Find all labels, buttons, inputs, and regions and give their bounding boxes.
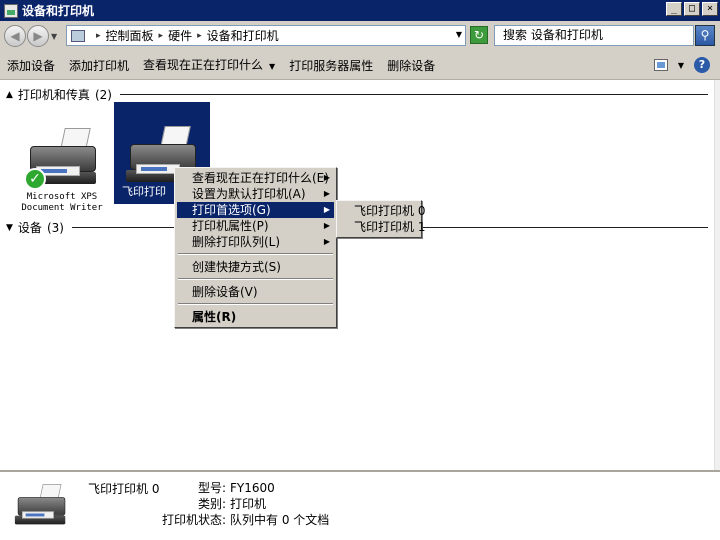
forward-arrow-icon: ▶	[33, 29, 43, 43]
window-controls: _ □ ×	[666, 2, 718, 16]
breadcrumb: ▸ 控制面板 ▸ 硬件 ▸ 设备和打印机	[91, 27, 279, 44]
change-view-icon[interactable]	[653, 59, 668, 71]
refresh-icon: ↻	[473, 28, 485, 42]
address-toolbar: ◀ ▶ ▼ ▸ 控制面板 ▸ 硬件 ▸ 设备和打印机 ▼ ↻ 搜索 设备和打印机…	[0, 22, 720, 50]
menu-item-label: 设置为默认打印机(A)	[192, 187, 306, 201]
view-controls: ▼ ?	[653, 57, 710, 73]
maximize-button[interactable]: □	[684, 2, 700, 16]
control-panel-icon	[71, 29, 85, 42]
context-menu: 查看现在正在打印什么(E) ▶ 设置为默认打印机(A) ▶ 打印首选项(G) ▶ 打印…	[174, 167, 337, 328]
menu-item-label: 打印机属性(P)	[192, 219, 269, 233]
details-device-name: 飞印打印机 0	[88, 482, 160, 496]
window-title: 设备和打印机	[22, 4, 95, 18]
chevron-right-icon[interactable]: ▸	[159, 31, 164, 41]
menu-item-label: 查看现在正在打印什么(E)	[192, 171, 329, 185]
status-value: 队列中有 0 个文档	[230, 513, 330, 527]
address-bar[interactable]: ▸ 控制面板 ▸ 硬件 ▸ 设备和打印机 ▼	[66, 25, 466, 46]
see-printing-button[interactable]: 查看现在正在打印什么 ▼	[136, 52, 282, 80]
printer-icon: ✓	[22, 128, 102, 190]
refresh-button[interactable]: ↻	[470, 26, 488, 44]
group-divider	[119, 94, 708, 95]
see-printing-label: 查看现在正在打印什么	[143, 57, 264, 72]
forward-button[interactable]: ▶	[27, 25, 49, 47]
chevron-right-icon[interactable]: ▸	[197, 31, 202, 41]
group-count-devices: (3)	[46, 220, 64, 235]
vertical-scrollbar[interactable]	[714, 80, 720, 470]
menu-separator	[178, 253, 333, 255]
add-printer-button[interactable]: 添加打印机	[62, 53, 136, 79]
details-pane: 飞印打印机 0 型号: FY1600 类别: 打印机 打印机状态: 队列中有 0…	[0, 470, 720, 540]
submenu-arrow-icon: ▶	[323, 205, 330, 214]
search-button[interactable]: ⚲	[695, 25, 715, 46]
breadcrumb-devices-printers[interactable]: 设备和打印机	[207, 27, 279, 44]
search-icon: ⚲	[700, 28, 710, 42]
printer-thumbnail-icon	[12, 484, 70, 529]
details-row-category: 类别: 打印机	[150, 496, 329, 512]
menu-item-create-shortcut[interactable]: 创建快捷方式(S)	[177, 259, 334, 275]
model-label: 型号:	[197, 481, 226, 495]
submenu-arrow-icon: ▶	[323, 221, 330, 230]
devices-printers-app-icon	[4, 3, 18, 18]
submenu-arrow-icon: ▶	[323, 237, 330, 246]
device-xps-document-writer[interactable]: ✓ Microsoft XPS Document Writer	[14, 124, 110, 214]
remove-device-button[interactable]: 删除设备	[380, 53, 442, 79]
device-label: Microsoft XPS Document Writer	[21, 192, 103, 213]
details-row-model: 型号: FY1600	[150, 480, 329, 496]
chevron-right-icon[interactable]: ▸	[96, 31, 101, 41]
submenu-arrow-icon: ▶	[323, 173, 330, 182]
breadcrumb-control-panel[interactable]: 控制面板	[106, 27, 154, 44]
menu-item-label: 打印首选项(G)	[192, 203, 271, 217]
back-arrow-icon: ◀	[10, 29, 20, 43]
submenu-item-printer-1[interactable]: 飞印打印机 1	[339, 219, 425, 235]
menu-item-set-default[interactable]: 设置为默认打印机(A) ▶	[177, 186, 334, 202]
printing-preferences-submenu: 飞印打印机 0 飞印打印机 1	[336, 200, 425, 238]
group-name-printers: 打印机和传真	[17, 88, 90, 102]
collapse-triangle-icon[interactable]: ▲	[6, 90, 13, 100]
command-bar: 添加设备 添加打印机 查看现在正在打印什么 ▼ 打印服务器属性 删除设备 ▼ ?	[0, 52, 720, 80]
menu-item-remove-device[interactable]: 删除设备(V)	[177, 284, 334, 300]
group-count-printers: (2)	[94, 87, 112, 102]
default-check-icon: ✓	[24, 168, 46, 190]
chevron-down-icon: ▼	[269, 61, 276, 71]
menu-item-remove-print-queue[interactable]: 删除打印队列(L) ▶	[177, 234, 334, 250]
breadcrumb-hardware[interactable]: 硬件	[168, 27, 192, 44]
device-list-pane[interactable]: ▲ 打印机和传真 (2) ✓ Microsoft XPS Document Wr…	[0, 80, 720, 470]
category-value: 打印机	[230, 497, 267, 511]
add-device-button[interactable]: 添加设备	[0, 53, 62, 79]
close-button[interactable]: ×	[702, 2, 718, 16]
menu-item-see-printing[interactable]: 查看现在正在打印什么(E) ▶	[177, 170, 334, 186]
submenu-item-printer-0[interactable]: 飞印打印机 0	[339, 203, 425, 219]
minimize-button[interactable]: _	[666, 2, 682, 16]
status-label: 打印机状态:	[161, 513, 226, 527]
title-bar: 设备和打印机 _ □ ×	[0, 0, 720, 22]
menu-separator	[178, 278, 333, 280]
search-input[interactable]: 搜索 设备和打印机	[494, 25, 694, 46]
back-button[interactable]: ◀	[4, 25, 26, 47]
group-name-devices: 设备	[17, 221, 42, 235]
address-dropdown-icon[interactable]: ▼	[456, 30, 462, 39]
recent-pages-dropdown[interactable]: ▼	[51, 32, 61, 41]
group-header-printers[interactable]: ▲ 打印机和传真 (2)	[6, 86, 708, 103]
view-options-dropdown-icon[interactable]: ▼	[678, 61, 684, 70]
menu-item-label: 删除打印队列(L)	[192, 235, 281, 249]
help-icon[interactable]: ?	[694, 57, 710, 73]
category-label: 类别:	[197, 497, 226, 511]
menu-item-printing-preferences[interactable]: 打印首选项(G) ▶	[177, 202, 334, 218]
model-value: FY1600	[230, 481, 275, 495]
details-row-status: 打印机状态: 队列中有 0 个文档	[150, 512, 329, 528]
submenu-arrow-icon: ▶	[323, 189, 330, 198]
menu-item-printer-properties[interactable]: 打印机属性(P) ▶	[177, 218, 334, 234]
print-server-properties-button[interactable]: 打印服务器属性	[282, 53, 380, 79]
expand-triangle-icon[interactable]: ▼	[6, 223, 13, 233]
menu-item-properties[interactable]: 属性(R)	[177, 309, 334, 325]
details-properties: 型号: FY1600 类别: 打印机 打印机状态: 队列中有 0 个文档	[150, 480, 329, 528]
menu-separator	[178, 303, 333, 305]
